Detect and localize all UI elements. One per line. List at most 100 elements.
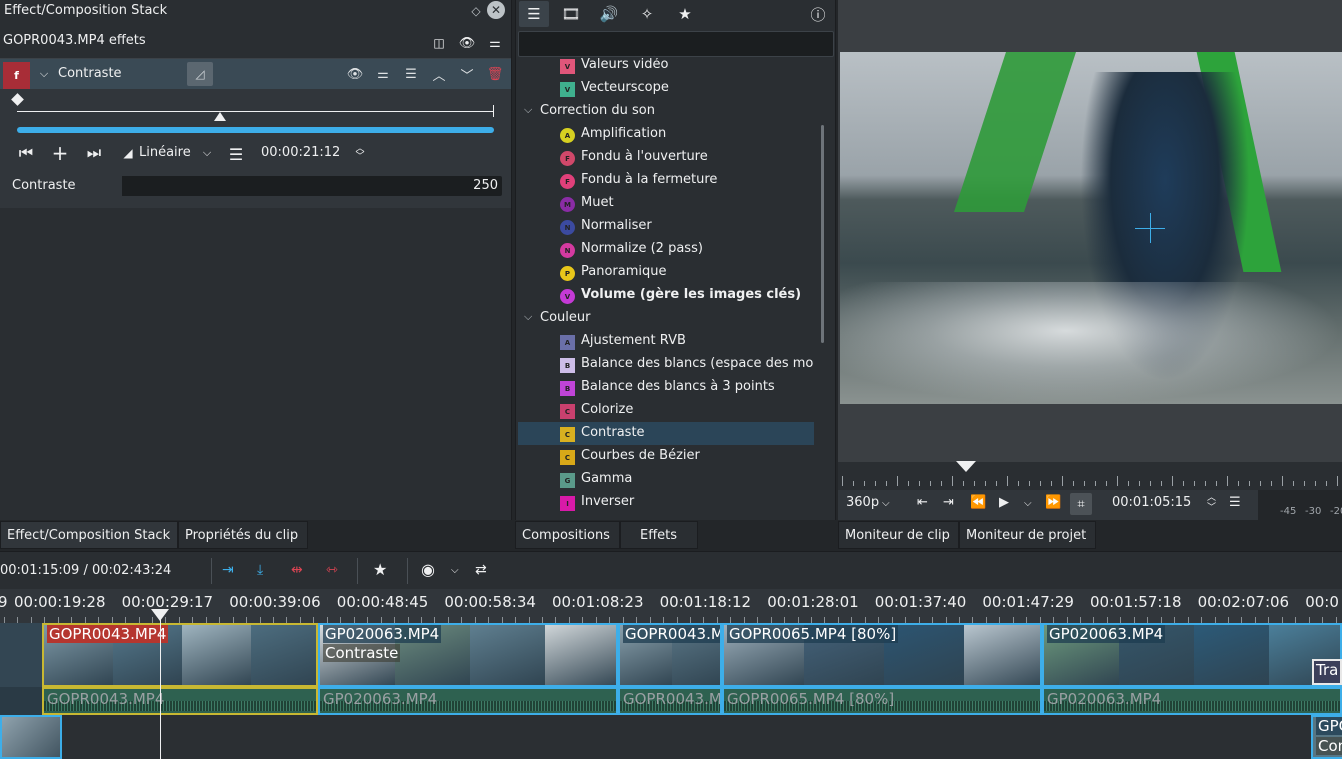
effect-list-item[interactable]: V Valeurs vidéo xyxy=(518,58,814,77)
tab-clip-properties[interactable]: Propriétés du clip xyxy=(178,521,308,549)
menu-icon[interactable]: ☰ xyxy=(1229,495,1241,510)
lift-icon[interactable]: ⇿ xyxy=(326,562,338,578)
chevron-down-icon[interactable]: ⌵ xyxy=(882,498,890,509)
chevron-down-icon[interactable]: ⌵ xyxy=(200,146,214,160)
float-panel-icon[interactable]: ◇ xyxy=(467,2,485,20)
custom-effects-icon[interactable]: ✧ xyxy=(632,1,662,27)
audio-clip[interactable]: GOPR0065.MP4 [80%] xyxy=(722,687,1042,715)
keyframe-graph-icon[interactable]: ◿ xyxy=(187,62,213,86)
effect-list-item[interactable]: B Balance des blancs (espace des mo xyxy=(518,353,814,376)
favorites-icon[interactable]: ★ xyxy=(670,1,700,27)
keyframe-zone-bar[interactable] xyxy=(17,127,494,133)
audio-clip[interactable]: GP020063.MP4 xyxy=(318,687,618,715)
settings-sliders-icon[interactable]: ⚌ xyxy=(375,66,391,82)
video-clip[interactable]: GOPR0043.MP4 xyxy=(618,623,722,687)
expand-chevron-icon[interactable]: ⌵ xyxy=(524,310,532,324)
effect-header[interactable]: f ⌵ Contraste ◿ 👁 ⚌ ☰ ︿ ﹀ 🗑 xyxy=(0,59,511,89)
next-keyframe-icon[interactable]: ⏭ xyxy=(82,143,106,163)
effect-list-item[interactable]: V Volume (gère les images clés) xyxy=(518,284,814,307)
effect-list-item[interactable]: A Amplification xyxy=(518,123,814,146)
keyframe-marker[interactable] xyxy=(11,93,24,106)
transition-marker[interactable]: Tra xyxy=(1312,659,1342,685)
fast-forward-icon[interactable]: ⏩ xyxy=(1045,495,1061,510)
audio-clip[interactable]: GP020063.MP4 xyxy=(1042,687,1342,715)
audio-clip[interactable]: GOPR0043.MP4 xyxy=(42,687,318,715)
chevron-down-icon[interactable]: ⌵ xyxy=(1024,498,1032,509)
tab-project-monitor[interactable]: Moniteur de projet xyxy=(959,521,1096,549)
zone-in-icon[interactable]: ⇤ xyxy=(917,495,928,510)
monitor-timecode[interactable]: 00:01:05:15 xyxy=(1112,495,1191,510)
video-frame[interactable] xyxy=(840,52,1342,404)
track-clip[interactable] xyxy=(0,715,62,759)
effect-list-item[interactable]: N Normalize (2 pass) xyxy=(518,238,814,261)
move-down-icon[interactable]: ﹀ xyxy=(459,66,475,84)
interpolation-select[interactable]: Linéaire xyxy=(139,145,191,160)
list-view-icon[interactable]: ☰ xyxy=(519,1,549,27)
compare-split-icon[interactable]: ◫ xyxy=(431,35,447,51)
audio-filter-icon[interactable]: 🔊 xyxy=(594,1,624,27)
monitor-ruler[interactable] xyxy=(838,462,1342,490)
keyframe-timeline[interactable] xyxy=(17,111,494,112)
crop-icon[interactable]: ⌗ xyxy=(1070,493,1092,515)
video-clip[interactable]: GP020063.MP4 Contraste xyxy=(318,623,618,687)
play-icon[interactable]: ▶ xyxy=(999,495,1009,510)
effect-list-item[interactable]: N Normaliser xyxy=(518,215,814,238)
effects-search-input[interactable] xyxy=(518,31,834,57)
video-clip[interactable]: GOPR0065.MP4 [80%] xyxy=(722,623,1042,687)
effect-list-item[interactable]: V Vecteurscope xyxy=(518,77,814,100)
effect-list-item[interactable]: I Inverser xyxy=(518,491,814,514)
effect-list-item[interactable]: B Balance des blancs à 3 points xyxy=(518,376,814,399)
settings-sliders-icon[interactable]: ⚌ xyxy=(487,35,503,51)
tab-compositions[interactable]: Compositions xyxy=(515,521,620,549)
video-clip[interactable]: GP020063.MP4 xyxy=(1042,623,1342,687)
eye-icon[interactable]: 👁 xyxy=(459,35,476,51)
close-panel-icon[interactable]: ✕ xyxy=(487,1,505,19)
resolution-select[interactable]: 360p xyxy=(846,495,879,510)
timeline-playhead[interactable] xyxy=(160,610,161,759)
menu-icon[interactable]: ☰ xyxy=(226,145,246,164)
delete-icon[interactable]: 🗑 xyxy=(487,66,504,82)
move-up-icon[interactable]: ︿ xyxy=(431,66,447,84)
info-icon[interactable]: ⓘ xyxy=(803,1,833,27)
eye-icon[interactable]: 👁 xyxy=(347,66,364,82)
overwrite-icon[interactable]: ⤓ xyxy=(257,562,263,578)
monitor-playhead[interactable] xyxy=(956,461,976,472)
tab-clip-monitor[interactable]: Moniteur de clip xyxy=(838,521,959,549)
previous-keyframe-icon[interactable]: ⏮ xyxy=(14,143,38,163)
effect-list-item[interactable]: G Gamma xyxy=(518,468,814,491)
time-spinner-icon[interactable]: ︿ ﹀ xyxy=(354,144,366,162)
effect-list-item[interactable]: F Fondu à la fermeture xyxy=(518,169,814,192)
effects-scrollbar[interactable] xyxy=(821,125,824,343)
tab-effect-stack[interactable]: Effect/Composition Stack xyxy=(0,521,178,549)
effect-list-item[interactable]: A Ajustement RVB xyxy=(518,330,814,353)
effect-list-item[interactable]: C Colorize xyxy=(518,399,814,422)
chevron-down-icon[interactable]: ⌵ xyxy=(451,565,459,576)
extract-icon[interactable]: ⇹ xyxy=(291,562,303,578)
rewind-icon[interactable]: ⏪ xyxy=(970,495,986,510)
effect-category[interactable]: ⌵ Couleur xyxy=(518,307,814,330)
keyframe-cursor[interactable] xyxy=(214,112,226,121)
effect-list-item[interactable]: C Contraste xyxy=(518,422,814,445)
record-icon[interactable]: ◉ xyxy=(421,560,435,579)
effect-list-item[interactable]: P Panoramique xyxy=(518,261,814,284)
audio-clip[interactable]: GOPR0043.MP4 xyxy=(618,687,722,715)
menu-icon[interactable]: ☰ xyxy=(403,66,419,82)
favorite-star-icon[interactable]: ★ xyxy=(373,560,387,579)
effect-list-item[interactable]: F Fondu à l'ouverture xyxy=(518,146,814,169)
timeline-ruler[interactable]: 9 00:00:19:28 00:00:29:17 00:00:39:06 00:00:… xyxy=(0,589,1342,623)
zone-out-icon[interactable]: ⇥ xyxy=(943,495,954,510)
expand-chevron-icon[interactable]: ⌵ xyxy=(524,103,532,117)
tab-effects[interactable]: Effets xyxy=(620,521,698,549)
add-keyframe-icon[interactable]: + xyxy=(50,141,70,165)
time-spinner-icon[interactable]: ︿ ﹀ xyxy=(1207,493,1216,513)
effect-category[interactable]: ⌵ Correction du son xyxy=(518,100,814,123)
effect-list-item[interactable]: M Muet xyxy=(518,192,814,215)
switch-mode-icon[interactable]: ⇄ xyxy=(475,562,487,578)
track-clip[interactable]: GPC Con xyxy=(1311,715,1342,759)
effect-list-item[interactable]: C Courbes de Bézier xyxy=(518,445,814,468)
contrast-slider[interactable]: Contraste 250 xyxy=(8,176,502,196)
keyframe-time-field[interactable]: 00:00:21:12 xyxy=(261,145,340,160)
video-clip[interactable]: GOPR0043.MP4 xyxy=(42,623,318,687)
collapse-chevron-icon[interactable]: ⌵ xyxy=(37,66,51,82)
video-filter-icon[interactable]: 🎞 xyxy=(556,1,586,27)
